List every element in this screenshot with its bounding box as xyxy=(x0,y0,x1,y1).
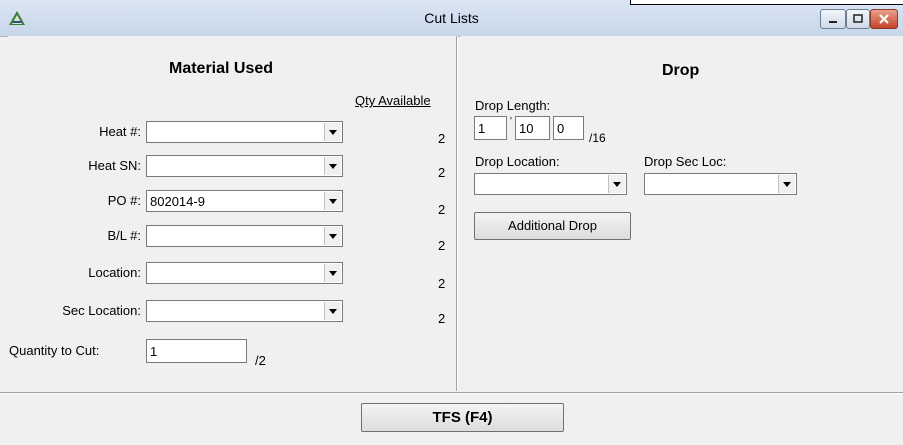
quantity-to-cut-label: Quantity to Cut: xyxy=(9,343,100,358)
chevron-down-icon[interactable] xyxy=(324,157,341,175)
chevron-down-icon[interactable] xyxy=(324,227,341,245)
material-used-panel: Material Used Qty Available Heat #: 2 He… xyxy=(8,36,457,391)
fraction-suffix: /16 xyxy=(589,131,606,145)
sec-location-select[interactable] xyxy=(146,300,343,322)
heat-number-qty: 2 xyxy=(438,131,446,146)
sec-location-qty: 2 xyxy=(438,311,446,326)
quantity-to-cut-value: 1 xyxy=(150,344,158,359)
bottom-bar: TFS (F4) xyxy=(0,392,903,445)
chevron-down-icon[interactable] xyxy=(608,175,625,193)
chevron-down-icon[interactable] xyxy=(324,123,341,141)
close-button[interactable] xyxy=(870,9,898,29)
overlapping-window-edge xyxy=(630,0,903,5)
po-number-qty: 2 xyxy=(438,202,446,217)
location-label: Location: xyxy=(88,265,141,280)
heat-number-label: Heat #: xyxy=(99,124,141,139)
sec-location-label: Sec Location: xyxy=(62,303,141,318)
chevron-down-icon[interactable] xyxy=(324,264,341,282)
maximize-icon xyxy=(853,14,863,23)
drop-sec-loc-select[interactable] xyxy=(644,173,797,195)
bl-number-select[interactable] xyxy=(146,225,343,247)
quantity-to-cut-input[interactable]: 1 xyxy=(146,339,247,363)
minimize-icon xyxy=(829,21,837,23)
po-number-label: PO #: xyxy=(107,193,141,208)
location-select[interactable] xyxy=(146,262,343,284)
drop-length-inches-value: 10 xyxy=(519,121,534,136)
maximize-button[interactable] xyxy=(846,9,870,29)
tfs-button[interactable]: TFS (F4) xyxy=(361,403,564,432)
heat-sn-select[interactable] xyxy=(146,155,343,177)
chevron-down-icon[interactable] xyxy=(324,302,341,320)
chevron-down-icon[interactable] xyxy=(324,192,341,210)
chevron-down-icon[interactable] xyxy=(778,175,795,193)
drop-length-feet-value: 1 xyxy=(478,121,486,136)
po-number-select[interactable]: 802014-9 xyxy=(146,190,343,212)
heat-number-select[interactable] xyxy=(146,121,343,143)
drop-location-select[interactable] xyxy=(474,173,627,195)
window-title: Cut Lists xyxy=(424,10,479,26)
close-icon xyxy=(879,14,889,24)
drop-length-fraction-input[interactable]: 0 xyxy=(553,116,584,140)
feet-mark: ' xyxy=(510,116,512,127)
drop-length-feet-input[interactable]: 1 xyxy=(474,116,507,140)
cut-lists-window: Cut Lists Material Used Qty Available He… xyxy=(0,0,903,445)
bl-number-qty: 2 xyxy=(438,238,446,253)
location-qty: 2 xyxy=(438,276,446,291)
heat-sn-qty: 2 xyxy=(438,165,446,180)
bl-number-label: B/L #: xyxy=(107,228,141,243)
drop-panel: Drop Drop Length: 1 ' 10 0 /16 Drop Loca… xyxy=(461,36,903,391)
additional-drop-label: Additional Drop xyxy=(508,218,597,233)
heat-sn-label: Heat SN: xyxy=(88,158,141,173)
tfs-button-label: TFS (F4) xyxy=(432,409,493,426)
minimize-button[interactable] xyxy=(820,9,846,29)
drop-sec-loc-label: Drop Sec Loc: xyxy=(644,154,727,169)
title-bar[interactable]: Cut Lists xyxy=(0,0,903,37)
po-number-value: 802014-9 xyxy=(150,194,205,209)
drop-heading: Drop xyxy=(662,62,700,79)
drop-length-inches-input[interactable]: 10 xyxy=(515,116,550,140)
qty-available-header: Qty Available xyxy=(355,93,431,108)
drop-location-label: Drop Location: xyxy=(475,154,560,169)
drop-length-label: Drop Length: xyxy=(475,98,551,113)
quantity-total: /2 xyxy=(255,353,266,368)
additional-drop-button[interactable]: Additional Drop xyxy=(474,212,631,240)
drop-length-fraction-value: 0 xyxy=(557,121,565,136)
material-used-heading: Material Used xyxy=(169,60,274,77)
